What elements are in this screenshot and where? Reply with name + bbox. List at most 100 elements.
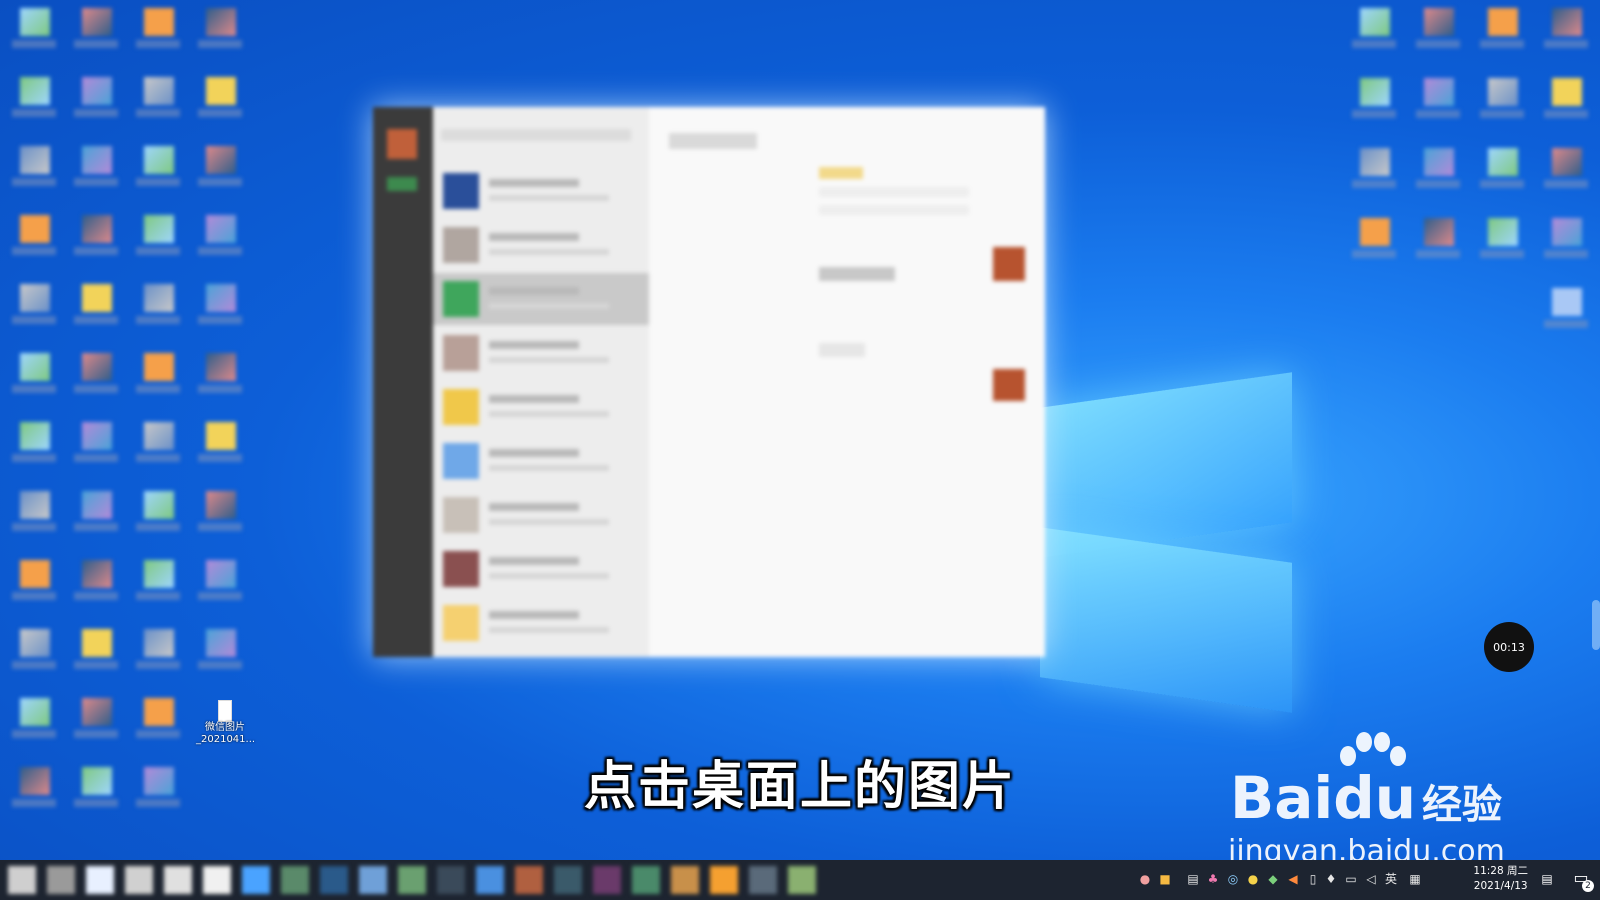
taskbar-app-icon[interactable] — [281, 866, 309, 894]
taskbar-app-icon[interactable] — [788, 866, 816, 894]
conversation-item[interactable] — [433, 165, 649, 217]
desktop-icon[interactable] — [192, 2, 248, 58]
app-tray-icon[interactable]: ▤ — [1186, 872, 1200, 886]
desktop-icon[interactable] — [192, 209, 248, 265]
desktop-icon[interactable] — [68, 485, 124, 541]
desktop-icon[interactable] — [6, 2, 62, 58]
conversation-item[interactable] — [433, 543, 649, 595]
user-avatar[interactable] — [387, 129, 417, 159]
conversation-item[interactable] — [433, 219, 649, 271]
desktop-icon[interactable] — [6, 140, 62, 196]
desktop-icon[interactable] — [1538, 142, 1594, 198]
desktop-icon[interactable] — [1474, 142, 1530, 198]
desktop-icon[interactable] — [6, 623, 62, 679]
taskbar-app-icon[interactable] — [554, 866, 582, 894]
desktop-icon[interactable] — [68, 2, 124, 58]
desktop-icon[interactable] — [6, 209, 62, 265]
taskbar-clock[interactable]: 11:28 周二 2021/4/13 — [1473, 864, 1528, 894]
network-icon[interactable]: ▭ — [1344, 872, 1358, 886]
desktop-icon[interactable] — [68, 347, 124, 403]
desktop-icon[interactable] — [1410, 72, 1466, 128]
microphone-icon[interactable]: ♦ — [1324, 872, 1338, 886]
desktop-icon[interactable] — [192, 140, 248, 196]
app-tray-icon[interactable]: ◀ — [1286, 872, 1300, 886]
desktop-icon[interactable] — [130, 209, 186, 265]
desktop-icon[interactable] — [192, 347, 248, 403]
action-center-button[interactable]: ▭ 2 — [1570, 868, 1594, 892]
desktop-icon[interactable] — [192, 71, 248, 127]
taskbar-app-icon[interactable] — [164, 866, 192, 894]
volume-icon[interactable]: ◁ — [1364, 872, 1378, 886]
desktop-icon[interactable] — [68, 71, 124, 127]
app-tray-icon[interactable]: ● — [1138, 872, 1152, 886]
app-tray-icon[interactable]: ▤ — [1540, 872, 1554, 886]
desktop-icon[interactable] — [192, 485, 248, 541]
conversation-item[interactable] — [433, 273, 649, 325]
desktop-icon[interactable] — [1538, 282, 1594, 338]
desktop-icon[interactable] — [192, 416, 248, 472]
taskbar-app-icon[interactable] — [242, 866, 270, 894]
recording-timer[interactable]: 00:13 — [1484, 622, 1534, 672]
desktop-icon[interactable] — [192, 554, 248, 610]
desktop-icon[interactable] — [130, 692, 186, 748]
desktop-icon[interactable] — [1346, 212, 1402, 268]
desktop-icon[interactable] — [130, 2, 186, 58]
app-tray-icon[interactable]: ◎ — [1226, 872, 1240, 886]
search-input[interactable] — [441, 129, 631, 141]
chat-icon[interactable] — [387, 177, 417, 191]
taskbar-app-icon[interactable] — [359, 866, 387, 894]
desktop-icon[interactable] — [68, 416, 124, 472]
desktop-icon[interactable] — [130, 140, 186, 196]
desktop-icon[interactable] — [1346, 142, 1402, 198]
desktop-icon[interactable] — [130, 416, 186, 472]
desktop-icon[interactable] — [68, 692, 124, 748]
conversation-item[interactable] — [433, 327, 649, 379]
desktop-icon[interactable] — [130, 485, 186, 541]
desktop-icon[interactable] — [1410, 142, 1466, 198]
taskbar-app-icon[interactable] — [203, 866, 231, 894]
taskbar-app-icon[interactable] — [476, 866, 504, 894]
taskbar-app-icon[interactable] — [86, 866, 114, 894]
keyboard-icon[interactable]: ▦ — [1408, 872, 1422, 886]
usb-icon[interactable]: ▯ — [1306, 872, 1320, 886]
conversation-item[interactable] — [433, 597, 649, 649]
taskbar-app-icon[interactable] — [515, 866, 543, 894]
app-tray-icon[interactable]: ■ — [1158, 872, 1172, 886]
conversation-item[interactable] — [433, 489, 649, 541]
desktop-icon[interactable] — [1474, 72, 1530, 128]
desktop-icon[interactable] — [1410, 2, 1466, 58]
desktop-icon[interactable] — [1346, 2, 1402, 58]
desktop-icon[interactable] — [68, 623, 124, 679]
desktop-icon[interactable] — [1538, 72, 1594, 128]
desktop-icon[interactable] — [6, 71, 62, 127]
taskbar-app-icon[interactable] — [125, 866, 153, 894]
desktop-icon[interactable] — [6, 692, 62, 748]
desktop-icon[interactable] — [1410, 212, 1466, 268]
desktop-icon[interactable] — [68, 278, 124, 334]
app-tray-icon[interactable]: ♣ — [1206, 872, 1220, 886]
ime-language-indicator[interactable]: 英 — [1384, 872, 1398, 886]
desktop-icon[interactable] — [68, 209, 124, 265]
taskbar-app-icon[interactable] — [710, 866, 738, 894]
desktop-icon[interactable] — [192, 278, 248, 334]
taskbar-app-icon[interactable] — [47, 866, 75, 894]
desktop-icon[interactable] — [130, 347, 186, 403]
taskbar-app-icon[interactable] — [632, 866, 660, 894]
taskbar-app-icon[interactable] — [671, 866, 699, 894]
taskbar-app-icon[interactable] — [320, 866, 348, 894]
desktop-icon[interactable] — [1474, 2, 1530, 58]
desktop-icon[interactable] — [6, 416, 62, 472]
desktop-icon[interactable] — [6, 347, 62, 403]
desktop-icon[interactable] — [1474, 212, 1530, 268]
desktop-icon-wechat-image[interactable]: 微信图片 _2021041... — [196, 700, 255, 746]
desktop-icon[interactable] — [6, 554, 62, 610]
app-tray-icon[interactable]: ◆ — [1266, 872, 1280, 886]
desktop-icon[interactable] — [130, 71, 186, 127]
desktop-icon[interactable] — [130, 278, 186, 334]
edge-scroll-handle[interactable] — [1592, 600, 1600, 650]
conversation-item[interactable] — [433, 435, 649, 487]
taskbar-app-icon[interactable] — [398, 866, 426, 894]
taskbar-app-icon[interactable] — [593, 866, 621, 894]
conversation-item[interactable] — [433, 381, 649, 433]
desktop-icon[interactable] — [130, 623, 186, 679]
